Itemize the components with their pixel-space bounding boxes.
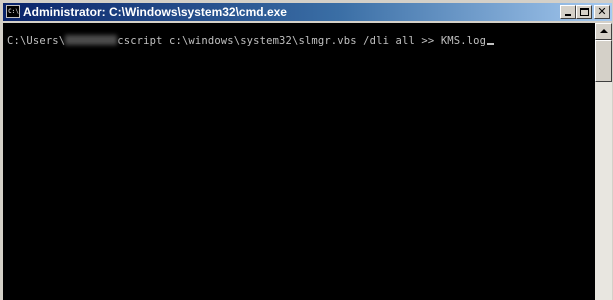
console-output[interactable]: C:\Users\ cscript c:\windows\system32\slm… <box>3 23 595 300</box>
cmd-icon[interactable]: C:\ <box>6 5 20 18</box>
title-bar[interactable]: C:\ Administrator: C:\Windows\system32\c… <box>3 3 612 21</box>
command-line: C:\Users\ cscript c:\windows\system32\slm… <box>7 35 495 47</box>
redacted-username <box>65 35 118 45</box>
window-controls: ✕ <box>560 5 610 19</box>
arrow-up-icon <box>600 29 608 33</box>
prompt-prefix: C:\Users\ <box>7 35 66 47</box>
scroll-up-button[interactable] <box>595 23 612 40</box>
maximize-button[interactable] <box>576 5 592 19</box>
maximize-icon <box>580 8 589 16</box>
window-title: Administrator: C:\Windows\system32\cmd.e… <box>23 5 287 19</box>
minimize-icon <box>565 14 571 16</box>
text-cursor <box>487 43 495 45</box>
minimize-button[interactable] <box>560 5 576 19</box>
cmd-window: C:\ Administrator: C:\Windows\system32\c… <box>0 0 613 300</box>
close-button[interactable]: ✕ <box>594 5 610 19</box>
vertical-scrollbar[interactable] <box>595 23 612 300</box>
command-text: cscript c:\windows\system32\slmgr.vbs /d… <box>117 35 487 47</box>
scroll-thumb[interactable] <box>595 40 612 82</box>
close-icon: ✕ <box>597 5 607 18</box>
